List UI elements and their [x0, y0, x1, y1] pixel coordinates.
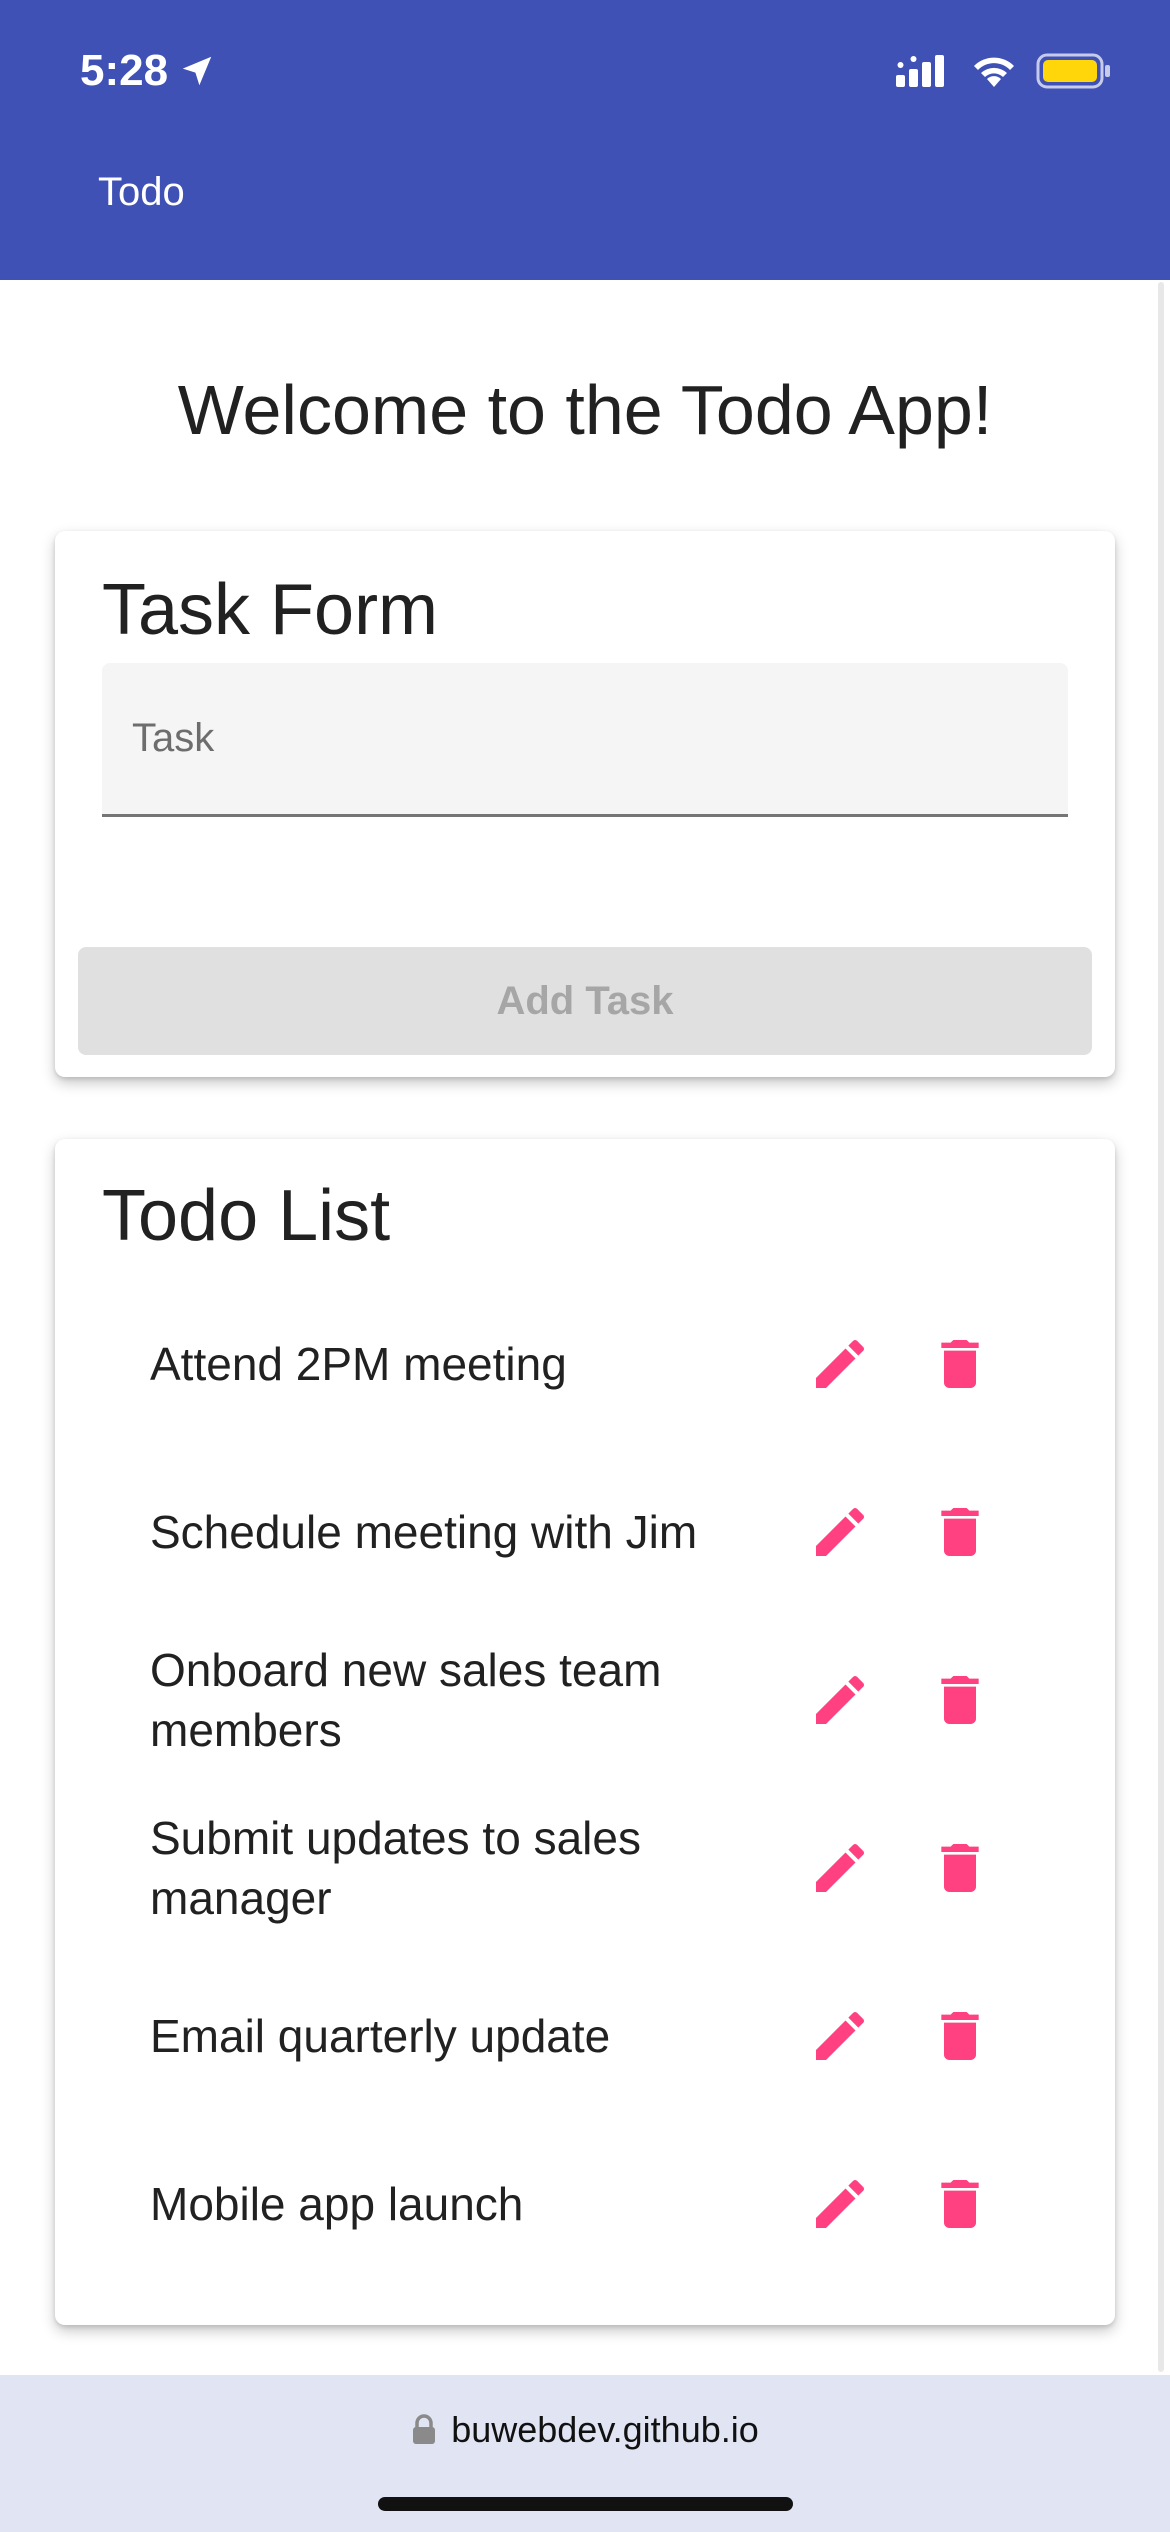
delete-icon — [941, 1508, 979, 1556]
task-field[interactable] — [102, 663, 1068, 817]
delete-button[interactable] — [920, 1660, 1000, 1740]
edit-button[interactable] — [800, 1492, 880, 1572]
location-arrow-icon — [182, 56, 212, 86]
list-item: Attend 2PM meeting — [55, 1289, 1115, 1439]
delete-button[interactable] — [920, 1996, 1000, 2076]
delete-icon — [941, 2180, 979, 2228]
browser-address-bar[interactable]: buwebdev.github.io — [0, 2375, 1170, 2532]
delete-button[interactable] — [920, 1492, 1000, 1572]
todo-list-card: Todo List Attend 2PM meeting Schedule me… — [55, 1139, 1115, 2325]
delete-icon — [941, 1676, 979, 1724]
delete-icon — [941, 1844, 979, 1892]
edit-icon — [816, 1507, 865, 1556]
time-text: 5:28 — [80, 46, 169, 95]
todo-list-title: Todo List — [102, 1176, 391, 1256]
task-form-card: Task Form Add Task — [55, 531, 1115, 1077]
welcome-heading: Welcome to the Todo App! — [177, 371, 993, 449]
signal-icon — [896, 55, 944, 87]
edit-icon — [816, 2179, 865, 2228]
edit-icon — [816, 2011, 865, 2060]
wifi-icon — [974, 57, 1014, 87]
status-time: 5:28 — [80, 46, 216, 96]
status-bar: 5:28 — [0, 0, 1170, 140]
delete-button[interactable] — [920, 2164, 1000, 2244]
status-icons — [896, 52, 1112, 90]
app-title: Todo — [98, 170, 185, 214]
delete-icon — [941, 2012, 979, 2060]
todo-text: Onboard new sales team members — [150, 1644, 662, 1756]
delete-button[interactable] — [920, 1828, 1000, 1908]
list-item: Onboard new sales team members — [55, 1625, 1115, 1775]
app-bar: Todo — [0, 140, 1170, 280]
todo-text: Submit updates to sales manager — [150, 1812, 641, 1924]
url-text: buwebdev.github.io — [451, 2409, 759, 2450]
edit-button[interactable] — [800, 1828, 880, 1908]
todo-text: Attend 2PM meeting — [150, 1338, 567, 1390]
home-indicator[interactable] — [378, 2497, 793, 2511]
lock-icon — [413, 2414, 436, 2444]
page-scrollbar[interactable] — [1158, 282, 1164, 2372]
edit-button[interactable] — [800, 1996, 880, 2076]
todo-text: Mobile app launch — [150, 2178, 524, 2230]
url-display[interactable]: buwebdev.github.io — [0, 2409, 1170, 2451]
task-input[interactable] — [102, 663, 1068, 814]
list-item: Schedule meeting with Jim — [55, 1457, 1115, 1607]
task-form-title: Task Form — [102, 570, 439, 650]
list-item: Mobile app launch — [55, 2129, 1115, 2279]
todo-text: Email quarterly update — [150, 2010, 611, 2062]
edit-button[interactable] — [800, 1660, 880, 1740]
edit-icon — [816, 1843, 865, 1892]
todo-text: Schedule meeting with Jim — [150, 1506, 698, 1558]
list-item: Email quarterly update — [55, 1961, 1115, 2111]
list-item: Submit updates to sales manager — [55, 1793, 1115, 1943]
edit-icon — [816, 1339, 865, 1388]
edit-icon — [816, 1675, 865, 1724]
battery-icon — [1036, 53, 1110, 89]
edit-button[interactable] — [800, 1324, 880, 1404]
edit-button[interactable] — [800, 2164, 880, 2244]
delete-button[interactable] — [920, 1324, 1000, 1404]
delete-icon — [941, 1340, 979, 1388]
add-task-button[interactable]: Add Task — [78, 947, 1092, 1055]
